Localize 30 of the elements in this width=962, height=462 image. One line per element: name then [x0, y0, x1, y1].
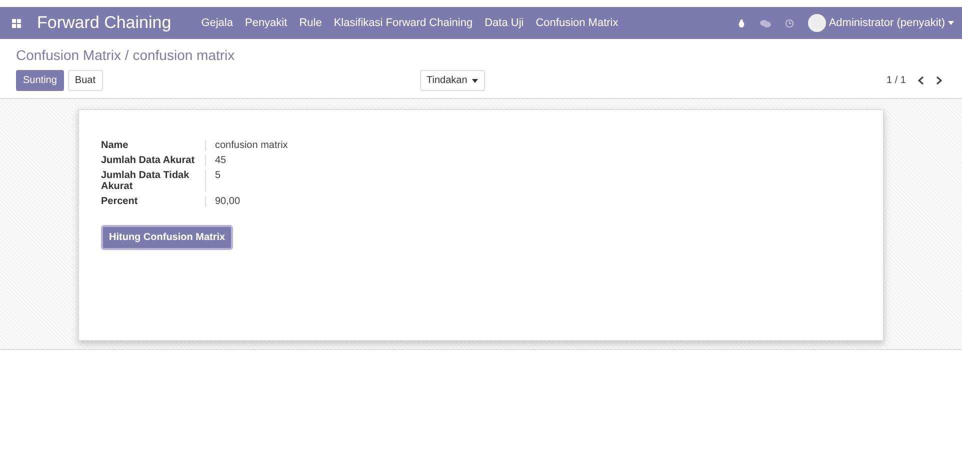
- field-value: 45: [214, 155, 228, 166]
- menu-item[interactable]: Penyakit: [244, 17, 288, 29]
- avatar-icon[interactable]: [808, 14, 826, 32]
- menu-item[interactable]: Gejala: [201, 17, 233, 29]
- field-value: 5: [214, 170, 222, 183]
- caret-icon: [472, 78, 478, 82]
- field-value: confusion matrix: [214, 140, 289, 151]
- field-label: Percent: [101, 196, 206, 207]
- menu-item[interactable]: Klasifikasi Forward Chaining: [334, 17, 473, 29]
- create-button[interactable]: Buat: [68, 70, 102, 91]
- caret-icon: [948, 21, 954, 25]
- menu-item[interactable]: Data Uji: [484, 17, 524, 29]
- field-label: Jumlah Data Akurat: [101, 155, 206, 166]
- action-dropdown[interactable]: Tindakan: [420, 70, 486, 91]
- app-title: Forward Chaining: [37, 13, 172, 33]
- chat-icon[interactable]: [760, 18, 771, 28]
- menu-item[interactable]: Rule: [299, 17, 322, 29]
- user-menu[interactable]: Administrator (penyakit): [828, 17, 945, 29]
- pager: 1 / 1: [886, 75, 906, 86]
- breadcrumb: Confusion Matrix / confusion matrix: [16, 47, 236, 63]
- previous-icon[interactable]: [918, 76, 924, 85]
- field-label: Jumlah Data Tidak Akurat: [101, 170, 206, 192]
- edit-button[interactable]: Sunting: [16, 70, 64, 91]
- clock-icon[interactable]: [784, 18, 794, 28]
- field-value: 90,00: [214, 196, 242, 207]
- apps-icon[interactable]: [12, 18, 21, 28]
- compute-button[interactable]: Hitung Confusion Matrix: [101, 225, 234, 250]
- next-icon[interactable]: [936, 76, 942, 85]
- field-label: Name: [101, 140, 206, 151]
- menu-item[interactable]: Confusion Matrix: [536, 17, 618, 29]
